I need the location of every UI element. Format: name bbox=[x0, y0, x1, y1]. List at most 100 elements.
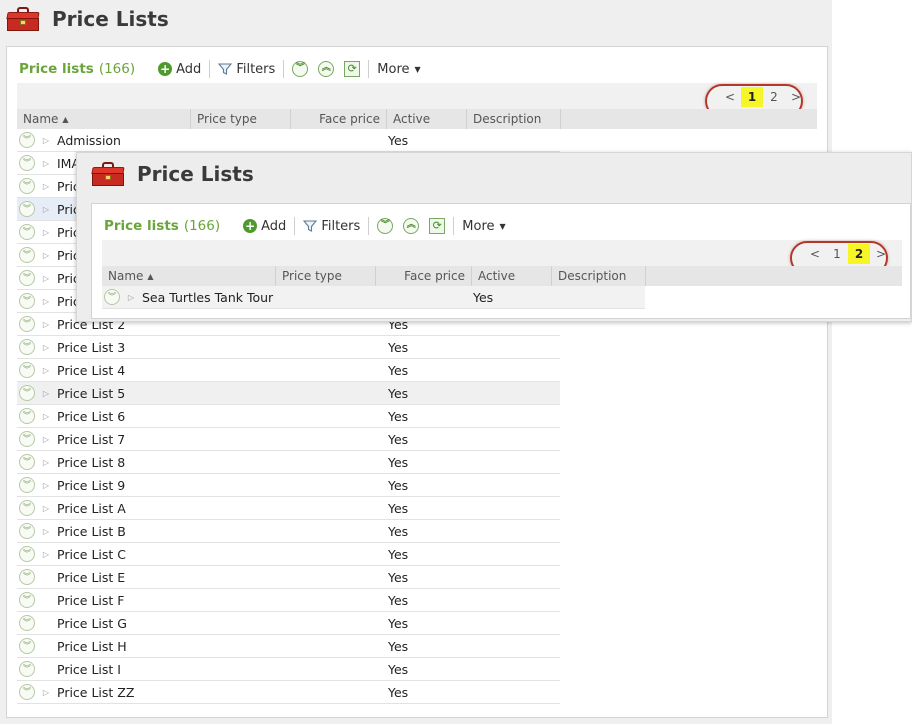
toolbar: Price lists (166) + Add Filters ︾ ︽ ⟳ Mo… bbox=[19, 55, 426, 83]
row-expand-icon[interactable]: ︾ bbox=[19, 592, 35, 608]
caret-right-icon[interactable]: ▷ bbox=[39, 343, 53, 352]
row-name: Price List 7 bbox=[57, 431, 126, 447]
add-button[interactable]: + Add bbox=[238, 215, 291, 237]
row-expand-icon[interactable]: ︾ bbox=[19, 638, 35, 654]
column-header-price-type[interactable]: Price type bbox=[191, 109, 291, 129]
caret-right-icon[interactable]: ▷ bbox=[124, 293, 138, 302]
collapse-all-button[interactable]: ︽ bbox=[398, 215, 424, 237]
caret-right-icon[interactable]: ▷ bbox=[39, 389, 53, 398]
more-button[interactable]: More ▼ bbox=[457, 215, 510, 237]
caret-right-icon[interactable]: ▷ bbox=[39, 159, 53, 168]
table-row[interactable]: ︾ ▷ Price List 6 Yes bbox=[17, 405, 560, 428]
caret-right-icon[interactable]: ▷ bbox=[39, 182, 53, 191]
row-expand-icon[interactable]: ︾ bbox=[19, 270, 35, 286]
column-header-active[interactable]: Active bbox=[387, 109, 467, 129]
column-header-price-type[interactable]: Price type bbox=[276, 266, 376, 286]
caret-right-icon[interactable]: ▷ bbox=[39, 297, 53, 306]
table-row[interactable]: ︾ ▷ Price List 3 Yes bbox=[17, 336, 560, 359]
cell-active: Yes bbox=[388, 569, 409, 585]
row-expand-icon[interactable]: ︾ bbox=[19, 684, 35, 700]
row-expand-icon[interactable]: ︾ bbox=[19, 339, 35, 355]
row-expand-icon[interactable]: ︾ bbox=[19, 201, 35, 217]
overlay-page-title: Price Lists bbox=[137, 162, 254, 186]
column-header-active[interactable]: Active bbox=[472, 266, 552, 286]
column-header-description[interactable]: Description bbox=[552, 266, 646, 286]
caret-right-icon[interactable]: ▷ bbox=[39, 136, 53, 145]
table-row[interactable]: ︾ ▷ Price List 8 Yes bbox=[17, 451, 560, 474]
table-row[interactable]: ︾▷Price List FYes bbox=[17, 589, 560, 612]
row-expand-icon[interactable]: ︾ bbox=[19, 661, 35, 677]
cell-active: Yes bbox=[388, 500, 409, 516]
row-expand-icon[interactable]: ︾ bbox=[19, 431, 35, 447]
row-expand-icon[interactable]: ︾ bbox=[19, 132, 35, 148]
row-expand-icon[interactable]: ︾ bbox=[19, 224, 35, 240]
collapse-all-button[interactable]: ︽ bbox=[313, 58, 339, 80]
row-expand-icon[interactable]: ︾ bbox=[19, 615, 35, 631]
cell-name: ︾ ▷ Price List 8 bbox=[17, 454, 388, 470]
row-expand-icon[interactable]: ︾ bbox=[19, 178, 35, 194]
caret-right-icon[interactable]: ▷ bbox=[39, 527, 53, 536]
caret-right-icon[interactable]: ▷ bbox=[39, 366, 53, 375]
cell-name: ︾ ▷ Price List 4 bbox=[17, 362, 388, 378]
row-name: Price List C bbox=[57, 546, 127, 562]
refresh-button[interactable]: ⟳ bbox=[424, 215, 450, 237]
table-row[interactable]: ︾ ▷ Price List 4 Yes bbox=[17, 359, 560, 382]
caret-right-icon[interactable]: ▷ bbox=[39, 550, 53, 559]
cell-name: ︾ ▷ Price List A bbox=[17, 500, 388, 516]
caret-right-icon[interactable]: ▷ bbox=[39, 205, 53, 214]
filters-button[interactable]: Filters bbox=[213, 58, 280, 80]
caret-right-icon[interactable]: ▷ bbox=[39, 435, 53, 444]
table-row[interactable]: ︾ ▷ Price List ZZ Yes bbox=[17, 681, 560, 704]
table-row[interactable]: ︾ ▷ Price List 7 Yes bbox=[17, 428, 560, 451]
row-expand-icon[interactable]: ︾ bbox=[19, 500, 35, 516]
column-header-face-price[interactable]: Face price bbox=[291, 109, 387, 129]
table-row[interactable]: ︾ ▷ Price List 9 Yes bbox=[17, 474, 560, 497]
expand-all-button[interactable]: ︾ bbox=[372, 215, 398, 237]
table-row[interactable]: ︾▷Price List GYes bbox=[17, 612, 560, 635]
caret-right-icon[interactable]: ▷ bbox=[39, 688, 53, 697]
table-row[interactable]: ︾ ▷ Price List B Yes bbox=[17, 520, 560, 543]
more-button[interactable]: More ▼ bbox=[372, 58, 425, 80]
cell-active: Yes bbox=[388, 661, 409, 677]
table-row[interactable]: ︾ ▷ Price List C Yes bbox=[17, 543, 560, 566]
caret-right-icon[interactable]: ▷ bbox=[39, 251, 53, 260]
caret-right-icon[interactable]: ▷ bbox=[39, 458, 53, 467]
table-row[interactable]: ︾ ▷ Price List A Yes bbox=[17, 497, 560, 520]
column-header-description[interactable]: Description bbox=[467, 109, 561, 129]
table-row[interactable]: ︾ ▷ Price List 5 Yes bbox=[17, 382, 560, 405]
row-expand-icon[interactable]: ︾ bbox=[19, 316, 35, 332]
row-expand-icon[interactable]: ︾ bbox=[19, 454, 35, 470]
cell-active: Yes bbox=[388, 408, 409, 424]
caret-right-icon[interactable]: ▷ bbox=[39, 481, 53, 490]
row-expand-icon[interactable]: ︾ bbox=[19, 569, 35, 585]
refresh-button[interactable]: ⟳ bbox=[339, 58, 365, 80]
row-expand-icon[interactable]: ︾ bbox=[19, 293, 35, 309]
column-header-face-price[interactable]: Face price bbox=[376, 266, 472, 286]
table-row[interactable]: ︾▷Price List HYes bbox=[17, 635, 560, 658]
expand-all-button[interactable]: ︾ bbox=[287, 58, 313, 80]
table-row[interactable]: ︾▷Price List EYes bbox=[17, 566, 560, 589]
row-expand-icon[interactable]: ︾ bbox=[19, 477, 35, 493]
row-expand-icon[interactable]: ︾ bbox=[19, 546, 35, 562]
funnel-icon bbox=[218, 63, 233, 75]
caret-right-icon[interactable]: ▷ bbox=[39, 228, 53, 237]
table-row[interactable]: ︾▷Price List IYes bbox=[17, 658, 560, 681]
add-button[interactable]: + Add bbox=[153, 58, 206, 80]
caret-right-icon[interactable]: ▷ bbox=[39, 412, 53, 421]
row-expand-icon[interactable]: ︾ bbox=[19, 408, 35, 424]
caret-right-icon[interactable]: ▷ bbox=[39, 504, 53, 513]
filters-button[interactable]: Filters bbox=[298, 215, 365, 237]
table-row[interactable]: ︾ ▷ Admission Yes bbox=[17, 129, 560, 152]
table-row[interactable]: ︾ ▷ Sea Turtles Tank Tour Yes bbox=[102, 286, 645, 309]
row-expand-icon[interactable]: ︾ bbox=[104, 289, 120, 305]
row-expand-icon[interactable]: ︾ bbox=[19, 362, 35, 378]
column-header-name[interactable]: Name ▲ bbox=[17, 109, 191, 129]
column-header-name[interactable]: Name ▲ bbox=[102, 266, 276, 286]
row-expand-icon[interactable]: ︾ bbox=[19, 155, 35, 171]
row-expand-icon[interactable]: ︾ bbox=[19, 523, 35, 539]
row-expand-icon[interactable]: ︾ bbox=[19, 247, 35, 263]
caret-right-icon[interactable]: ▷ bbox=[39, 320, 53, 329]
caret-right-icon[interactable]: ▷ bbox=[39, 274, 53, 283]
row-expand-icon[interactable]: ︾ bbox=[19, 385, 35, 401]
row-name: Price List E bbox=[57, 569, 126, 585]
